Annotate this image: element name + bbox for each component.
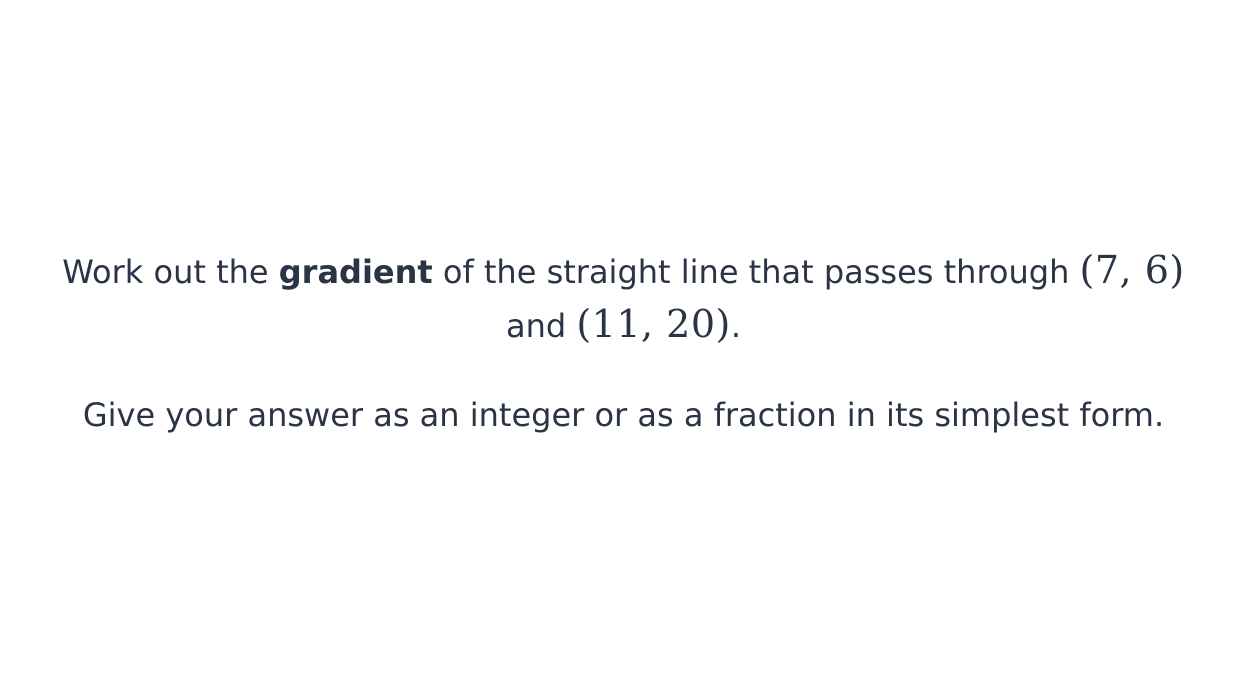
question-block: Work out the gradient of the straight li… [0,244,1247,441]
question-text-and: and [505,307,577,345]
answer-instruction: Give your answer as an integer or as a f… [82,396,1165,434]
question-text-period: . [730,307,742,345]
question-line-1: Work out the gradient of the straight li… [0,244,1247,298]
question-text-prefix: Work out the [62,253,279,291]
point-2-math: (11, 20) [576,302,731,346]
question-text-middle: of the straight line that passes through [432,253,1080,291]
gradient-keyword: gradient [278,253,433,291]
question-line-2: and (11, 20). [0,298,1247,352]
point-1-math: (7, 6) [1079,248,1185,292]
